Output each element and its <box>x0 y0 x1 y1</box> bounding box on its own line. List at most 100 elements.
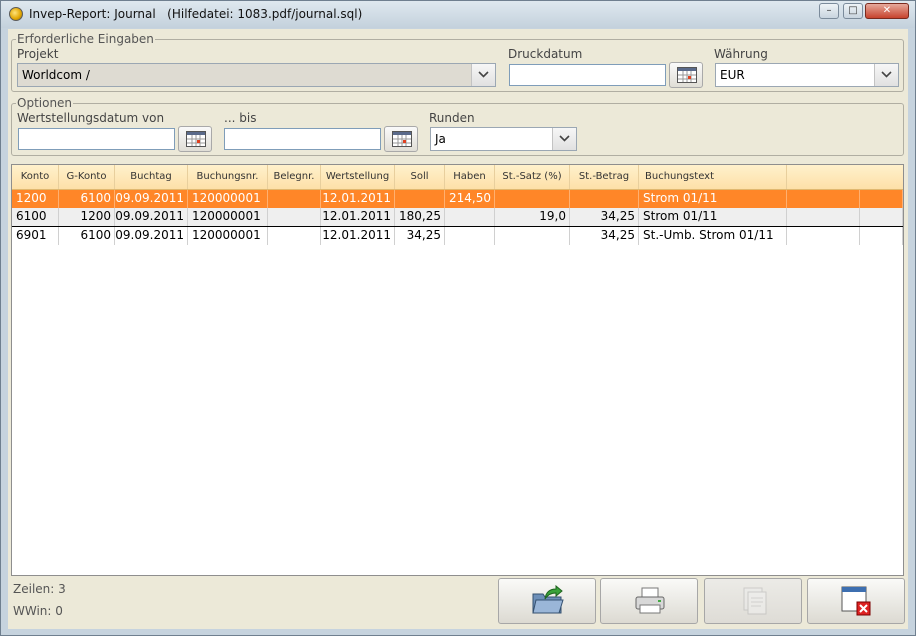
window-help-file: (Hilfedatei: 1083.pdf/journal.sql) <box>167 7 363 21</box>
chevron-down-icon <box>559 135 570 142</box>
cell-empty <box>787 208 860 226</box>
column-header-buchtag[interactable]: Buchtag <box>115 165 188 189</box>
cell-buchungstext: Strom 01/11 <box>639 190 787 208</box>
cell-konto: 6901 <box>12 227 59 245</box>
runden-select[interactable]: Ja <box>430 127 577 151</box>
cell-belegnr <box>268 208 321 226</box>
table-row[interactable]: 6100 1200 09.09.2011 120000001 12.01.2011 180… <box>12 208 903 227</box>
cell-soll <box>395 190 445 208</box>
close-button[interactable]: ✕ <box>865 3 909 19</box>
cell-buchtag: 09.09.2011 <box>115 227 188 245</box>
column-header-belegnr[interactable]: Belegnr. <box>268 165 321 189</box>
runden-label: Runden <box>429 111 475 125</box>
cell-wertstellung: 12.01.2011 <box>321 227 395 245</box>
waehrung-value: EUR <box>720 68 745 82</box>
minimize-button[interactable]: – <box>819 3 839 19</box>
window-title-name: Invep-Report: Journal <box>29 7 156 21</box>
cell-haben <box>445 227 495 245</box>
table-row[interactable]: 6901 6100 09.09.2011 120000001 12.01.2011 34,… <box>12 226 903 245</box>
bis-date-field[interactable] <box>224 128 381 150</box>
print-preview-icon <box>743 587 767 615</box>
cell-konto: 6100 <box>12 208 59 226</box>
cell-haben: 214,50 <box>445 190 495 208</box>
close-window-icon <box>841 586 871 616</box>
projekt-select[interactable]: Worldcom / <box>17 63 496 87</box>
runden-dropdown-arrow[interactable] <box>552 128 576 150</box>
column-header-st-satz[interactable]: St.-Satz (%) <box>495 165 570 189</box>
waehrung-label: Währung <box>714 47 768 61</box>
print-preview-button[interactable] <box>704 578 802 624</box>
close-report-button[interactable] <box>807 578 905 624</box>
print-button[interactable] <box>600 578 698 624</box>
column-header-soll[interactable]: Soll <box>395 165 445 189</box>
cell-wertstellung: 12.01.2011 <box>321 208 395 226</box>
export-button[interactable] <box>498 578 596 624</box>
column-header-st-betrag[interactable]: St.-Betrag <box>570 165 639 189</box>
calendar-icon <box>392 131 412 147</box>
app-icon <box>9 7 23 21</box>
projekt-value: Worldcom / <box>22 68 90 82</box>
cell-st-satz: 19,0 <box>495 208 570 226</box>
cell-empty <box>860 208 903 226</box>
cell-st-betrag <box>570 190 639 208</box>
druckdatum-field[interactable] <box>509 64 666 86</box>
window-title: Invep-Report: Journal (Hilfedatei: 1083.… <box>29 7 362 21</box>
report-window: Invep-Report: Journal (Hilfedatei: 1083.… <box>0 0 916 636</box>
required-inputs-legend: Erforderliche Eingaben <box>17 32 154 46</box>
cell-empty <box>860 190 903 208</box>
title-bar[interactable]: Invep-Report: Journal (Hilfedatei: 1083.… <box>1 1 915 28</box>
von-calendar-button[interactable] <box>178 126 212 152</box>
column-header-wertstellung[interactable]: Wertstellung <box>321 165 395 189</box>
options-legend: Optionen <box>17 96 73 110</box>
column-header-konto[interactable]: Konto <box>12 165 59 189</box>
cell-buchungstext: Strom 01/11 <box>639 208 787 226</box>
cell-g-konto: 1200 <box>59 208 115 226</box>
column-header-buchungsnr[interactable]: Buchungsnr. <box>188 165 268 189</box>
printer-icon <box>635 587 665 614</box>
cell-empty <box>860 227 903 245</box>
cell-st-satz <box>495 190 570 208</box>
table-header: Konto G-Konto Buchtag Buchungsnr. Belegnr. We… <box>12 165 903 190</box>
cell-soll: 180,25 <box>395 208 445 226</box>
export-folder-icon <box>532 585 564 614</box>
cell-wertstellung: 12.01.2011 <box>321 190 395 208</box>
cell-belegnr <box>268 190 321 208</box>
cell-buchtag: 09.09.2011 <box>115 208 188 226</box>
cell-belegnr <box>268 227 321 245</box>
cell-buchungsnr: 120000001 <box>188 190 268 208</box>
cell-buchungstext: St.-Umb. Strom 01/11 <box>639 227 787 245</box>
waehrung-dropdown-arrow[interactable] <box>874 64 898 86</box>
client-area: Erforderliche Eingaben Projekt Worldcom … <box>8 29 908 629</box>
projekt-label: Projekt <box>17 47 59 61</box>
chevron-down-icon <box>478 71 489 78</box>
maximize-button[interactable]: □ <box>843 3 863 19</box>
von-date-field[interactable] <box>18 128 175 150</box>
row-count: Zeilen: 3 <box>13 582 66 596</box>
chevron-down-icon <box>881 71 892 78</box>
journal-table[interactable]: Konto G-Konto Buchtag Buchungsnr. Belegnr. We… <box>11 164 904 576</box>
cell-buchungsnr: 120000001 <box>188 227 268 245</box>
column-header-haben[interactable]: Haben <box>445 165 495 189</box>
bis-label: ... bis <box>224 111 257 125</box>
cell-buchungsnr: 120000001 <box>188 208 268 226</box>
cell-st-satz <box>495 227 570 245</box>
projekt-dropdown-arrow[interactable] <box>471 64 495 86</box>
calendar-icon <box>186 131 206 147</box>
calendar-icon <box>677 67 697 83</box>
cell-soll: 34,25 <box>395 227 445 245</box>
von-label: Wertstellungsdatum von <box>17 111 165 125</box>
cell-g-konto: 6100 <box>59 190 115 208</box>
cell-empty <box>787 227 860 245</box>
column-header-buchungstext[interactable]: Buchungstext <box>639 165 787 189</box>
cell-st-betrag: 34,25 <box>570 208 639 226</box>
bis-calendar-button[interactable] <box>384 126 418 152</box>
druckdatum-label: Druckdatum <box>508 47 583 61</box>
druckdatum-calendar-button[interactable] <box>669 62 703 88</box>
wwin-count: WWin: 0 <box>13 604 63 618</box>
column-header-g-konto[interactable]: G-Konto <box>59 165 115 189</box>
cell-st-betrag: 34,25 <box>570 227 639 245</box>
cell-konto: 1200 <box>12 190 59 208</box>
waehrung-select[interactable]: EUR <box>715 63 899 87</box>
cell-buchtag: 09.09.2011 <box>115 190 188 208</box>
table-row[interactable]: 1200 6100 09.09.2011 120000001 12.01.2011 214… <box>12 190 903 208</box>
